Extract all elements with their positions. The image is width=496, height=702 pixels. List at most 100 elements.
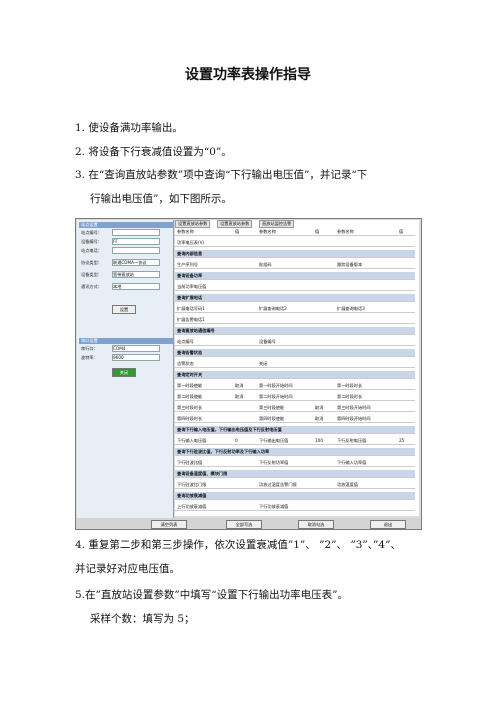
tab[interactable]: 直放站监控告警	[259, 220, 295, 228]
set-button[interactable]: 设置	[112, 305, 136, 314]
param-row: 告警状态 关闭	[175, 360, 415, 368]
cell: 值	[235, 229, 240, 234]
group-header-row[interactable]: 查询告警状态	[175, 349, 415, 357]
section-site: 站点设置	[79, 222, 173, 228]
field-label: 波特率：	[81, 355, 98, 360]
section-serial: 串口设置	[79, 338, 173, 344]
cell: 查询设备功率	[177, 273, 203, 278]
field-input[interactable]: 联通CDMA一协议	[112, 259, 160, 266]
cell: 查询告警状态	[177, 350, 203, 355]
cell: 扩展查询电话2	[259, 306, 287, 311]
field-label: 设备类型：	[81, 272, 102, 277]
cell: 值	[315, 229, 320, 234]
cell: 查询下行输入电压值，下行输出电压值及下行反射电压值	[177, 427, 282, 432]
cell: 第二时段开始时间	[259, 394, 293, 399]
field-label: 通讯方式：	[81, 284, 102, 289]
bottom-toolbar: 清空列表 全部写选 取消勾选 退出	[76, 518, 421, 529]
step-1: 1. 使设备满功率输出。	[75, 122, 183, 134]
step-3: 3. 在“查询直放站参数”项中查询“下行输出电压值”，并记录“下	[75, 169, 368, 181]
cell: 第四时段开始时间	[337, 416, 371, 421]
step-4: 4. 重复第二步和第三步操作，依次设置衰减值”1”、 ”2”、 ”3”、”4”、	[75, 539, 401, 551]
param-row: 下行输入电压值 0 下行输出电压值 100 下行反射电压值 25	[175, 437, 415, 445]
tab[interactable]: 设置直放站参数	[217, 220, 253, 228]
group-header-row[interactable]: 查询设备功率	[175, 272, 415, 280]
cell: 第三时段时长	[177, 405, 203, 410]
field-input[interactable]: COM4	[112, 345, 160, 352]
cell: 告警状态	[177, 361, 194, 366]
cell: 功放过温度告警门限	[259, 482, 297, 487]
cell: 第三时段使能	[259, 405, 285, 410]
cell: 功率电压表(V)	[177, 240, 205, 245]
param-row: 下行驻波比门限 功放过温度告警门限 功放温度值	[175, 481, 415, 489]
field-input[interactable]	[112, 229, 160, 236]
param-row: 当前功率电压值	[175, 283, 415, 291]
cell: 查询定时开关	[177, 372, 203, 377]
field-label: 站点电话：	[81, 248, 102, 253]
cell: 下行输入电压值	[177, 438, 207, 443]
group-header-row[interactable]: 查询下行驻波比值，下行反射功率及下行输入功率	[175, 448, 415, 456]
cell: 参数名称	[337, 229, 354, 234]
param-row: 站点编号 设备编号	[175, 338, 415, 346]
toolbar-button[interactable]: 取消勾选	[298, 520, 334, 529]
cell: 第四时段使能	[259, 416, 285, 421]
cell: 第二时段时长	[337, 394, 363, 399]
cell: 下行输入功率值	[337, 460, 367, 465]
cell: 查询内部信息	[177, 251, 203, 256]
cell: 查询下行驻波比值，下行反射功率及下行输入功率	[177, 449, 270, 454]
cell: 第二时段使能	[177, 394, 203, 399]
cell: 0	[235, 438, 238, 443]
step-5-sample: 采样个数：填写为 5；	[90, 613, 195, 625]
param-row: 扩展告警电话1	[175, 316, 415, 324]
cell: 批组码	[259, 262, 272, 267]
param-row: 第一时段使能 取消 第一时段开始时间 第一时段时长	[175, 382, 415, 390]
cell: 下行功放衰减值	[259, 504, 289, 509]
tab[interactable]: 设置直放站参数	[175, 220, 211, 228]
cell: 第一时段时长	[337, 383, 363, 388]
param-row: 参数名称 值 参数名称 值 参数名称 值	[175, 228, 415, 236]
cell: 扩展告警电话1	[177, 317, 205, 322]
step-2: 2. 将设备下行衰减值设置为“0”。	[75, 146, 232, 158]
cell: 当前功率电压值	[177, 284, 207, 289]
field-input[interactable]: FF	[112, 238, 160, 245]
cell: 生产序列号	[177, 262, 198, 267]
field-input[interactable]	[112, 247, 160, 254]
cell: 设备编号	[259, 339, 276, 344]
close-button[interactable]: 关闭	[112, 368, 136, 377]
cell: 查询扩展电话	[177, 295, 203, 300]
param-row: 功率电压表(V)	[175, 239, 415, 247]
software-screenshot: 站点设置 站点编号： 设备编号： FF 站点电话： 协议类型： 联通CDMA一协议 设备类型…	[75, 218, 422, 530]
group-header-row[interactable]: 查询设备温度值、模块门限	[175, 470, 415, 478]
params-grid: 设置直放站参数 设置直放站参数 直放站监控告警 参数名称值参数名称值参数名称值功率电…	[175, 220, 419, 516]
cell: 跟踪设备版本	[337, 262, 363, 267]
cell: 下行反射电压值	[337, 438, 367, 443]
toolbar-button[interactable]: 全部写选	[226, 520, 262, 529]
cell: 下行反射功率值	[259, 460, 289, 465]
cell: 查询直放站通信编号	[177, 328, 215, 333]
group-header-row[interactable]: 查询下行输入电压值，下行输出电压值及下行反射电压值	[175, 426, 415, 434]
field-label: 协议类型：	[81, 260, 102, 265]
field-input[interactable]: 本地	[112, 283, 160, 290]
field-label: 串行口：	[81, 346, 98, 351]
group-header-row[interactable]: 查询扩展电话	[175, 294, 415, 302]
group-header-row[interactable]: 查询功放衰减值	[175, 492, 415, 500]
group-header-row[interactable]: 查询内部信息	[175, 250, 415, 258]
param-row: 第四时段时长 第四时段使能 取消 第四时段开始时间	[175, 415, 415, 423]
field-input[interactable]: 宽带直放站	[112, 271, 160, 278]
cell: 第四时段时长	[177, 416, 203, 421]
group-header-row[interactable]: 查询直放站通信编号	[175, 327, 415, 335]
field-label: 设备编号：	[81, 239, 102, 244]
param-row: 下行驻波比值 下行反射功率值 下行输入功率值	[175, 459, 415, 467]
cell: 下行驻波比值	[177, 460, 203, 465]
cell: 下行输出电压值	[259, 438, 289, 443]
toolbar-button[interactable]: 清空列表	[151, 520, 187, 529]
field-input[interactable]: 9600	[112, 354, 160, 361]
step-4-cont: 并记录好对应电压值。	[75, 563, 180, 575]
cell: 100	[315, 438, 323, 443]
cell: 值	[399, 229, 404, 234]
cell: 扩展查询电话3	[337, 306, 365, 311]
param-row: 第三时段时长 第三时段使能 取消 第三时段开始时间	[175, 404, 415, 412]
cell: 站点编号	[177, 339, 194, 344]
toolbar-button[interactable]: 退出	[370, 520, 406, 529]
group-header-row[interactable]: 查询定时开关	[175, 371, 415, 379]
cell: 关闭	[259, 361, 268, 366]
